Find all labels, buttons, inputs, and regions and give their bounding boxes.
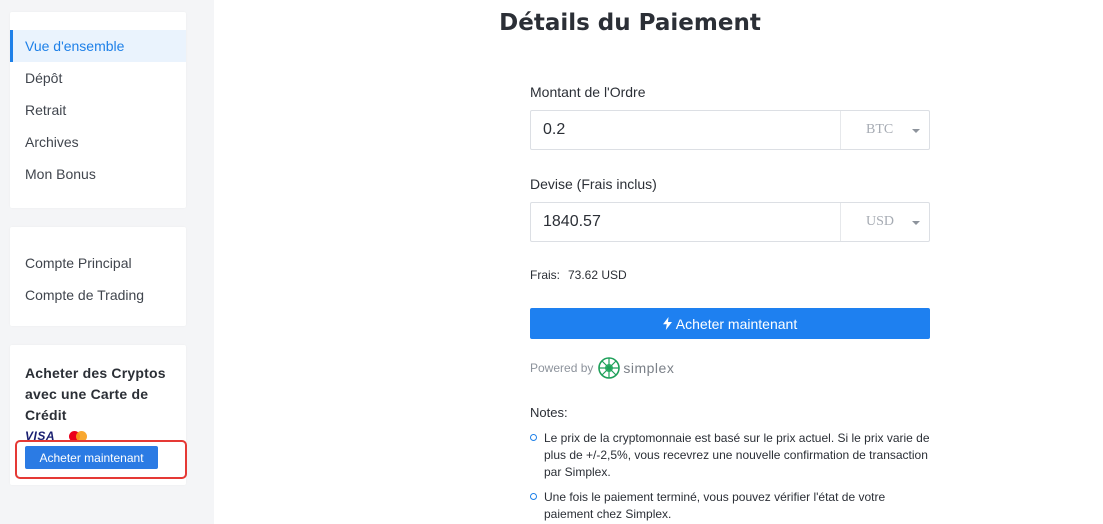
buy-now-button[interactable]: Acheter maintenant	[530, 308, 930, 339]
note-text: Le prix de la cryptomonnaie est basé sur…	[544, 431, 930, 479]
promo-title: Acheter des Cryptos avec une Carte de Cr…	[25, 365, 166, 423]
chevron-down-icon	[912, 129, 920, 133]
sidebar-item-withdraw[interactable]: Retrait	[10, 94, 186, 126]
crypto-currency-value: BTC	[866, 122, 894, 137]
sidebar-item-overview[interactable]: Vue d'ensemble	[10, 30, 186, 62]
chevron-down-icon	[912, 221, 920, 225]
simplex-logo: simplex	[597, 356, 674, 380]
fiat-currency-value: USD	[866, 214, 895, 229]
order-amount-label: Montant de l'Ordre	[530, 84, 646, 100]
fee-row: Frais: 73.62 USD	[530, 268, 627, 282]
highlight-box	[15, 440, 187, 479]
fiat-amount-input[interactable]	[531, 203, 840, 241]
order-amount-input[interactable]	[531, 111, 840, 149]
note-item: Une fois le paiement terminé, vous pouve…	[530, 489, 930, 523]
sidebar-item-main-account[interactable]: Compte Principal	[10, 247, 186, 279]
sidebar-item-archives[interactable]: Archives	[10, 126, 186, 158]
bullet-icon	[530, 493, 537, 500]
buy-now-label: Acheter maintenant	[675, 315, 798, 332]
sidebar-item-trading-account[interactable]: Compte de Trading	[10, 279, 186, 311]
fiat-field: USD	[530, 202, 930, 242]
note-text: Une fois le paiement terminé, vous pouve…	[544, 490, 886, 521]
fee-label: Frais:	[530, 268, 560, 282]
crypto-currency-select[interactable]: BTC	[840, 111, 929, 149]
simplex-logo-icon	[598, 357, 621, 379]
sidebar: Vue d'ensemble Dépôt Retrait Archives Mo…	[0, 0, 214, 524]
order-amount-field: BTC	[530, 110, 930, 150]
main-content: Détails du Paiement Montant de l'Ordre B…	[214, 0, 1103, 524]
page-title: Détails du Paiement	[499, 10, 761, 36]
powered-by: Powered by simplex	[530, 356, 674, 380]
sidebar-item-bonus[interactable]: Mon Bonus	[10, 158, 186, 190]
simplex-brand: simplex	[623, 360, 675, 376]
bullet-icon	[530, 434, 537, 441]
lightning-icon	[662, 317, 672, 330]
powered-by-text: Powered by	[530, 361, 594, 375]
nav-card: Vue d'ensemble Dépôt Retrait Archives Mo…	[10, 12, 186, 208]
notes-title: Notes:	[530, 405, 568, 420]
sidebar-item-deposit[interactable]: Dépôt	[10, 62, 186, 94]
accounts-card: Compte Principal Compte de Trading	[10, 227, 186, 326]
note-item: Le prix de la cryptomonnaie est basé sur…	[530, 430, 930, 481]
fiat-label: Devise (Frais inclus)	[530, 176, 657, 192]
fiat-currency-select[interactable]: USD	[840, 203, 929, 241]
fee-value: 73.62 USD	[568, 268, 627, 282]
